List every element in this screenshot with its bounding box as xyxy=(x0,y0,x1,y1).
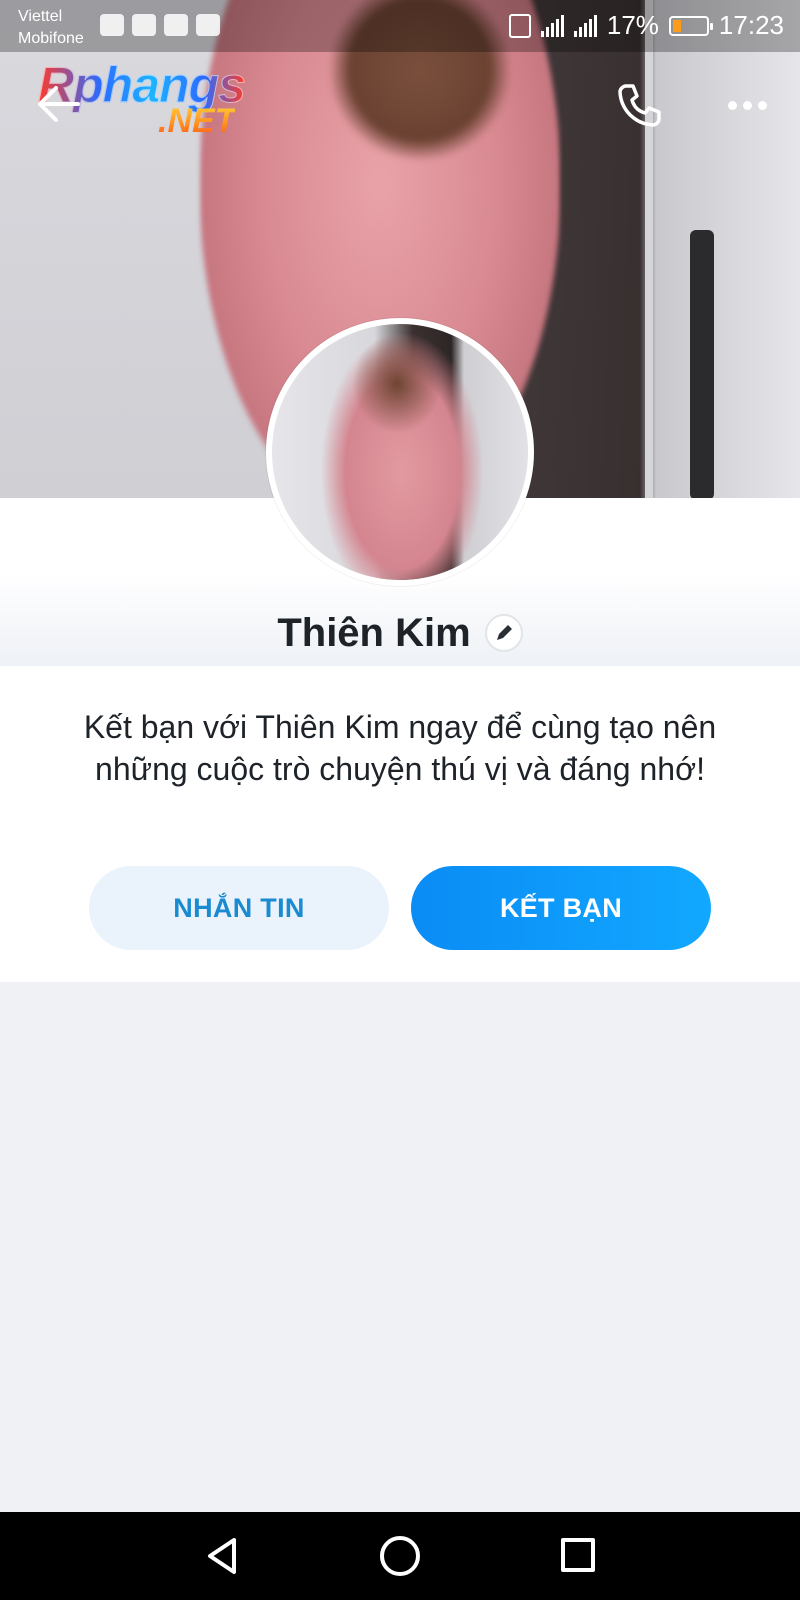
notification-icons xyxy=(100,14,220,36)
back-arrow-icon xyxy=(38,86,80,122)
profile-name: Thiên Kim xyxy=(277,610,471,655)
signal-2-icon xyxy=(573,14,597,37)
call-button[interactable] xyxy=(614,80,664,130)
logo-tld: .NET xyxy=(158,102,236,140)
more-button[interactable] xyxy=(720,90,774,120)
carrier-info: Viettel Mobifone xyxy=(18,6,84,50)
avatar-hair xyxy=(352,334,442,434)
phone-icon xyxy=(618,84,661,127)
message-button[interactable]: NHẮN TIN xyxy=(89,866,389,950)
cover-photo-door-frame xyxy=(645,0,653,498)
sms-icon xyxy=(196,14,220,36)
empty-content-area xyxy=(0,982,800,1512)
carrier-2: Mobifone xyxy=(18,30,84,47)
system-nav-bar xyxy=(0,1512,800,1600)
cover-photo-door-handle xyxy=(690,230,714,498)
chat-icon xyxy=(164,14,188,36)
nav-back-icon xyxy=(208,1538,236,1574)
signal-1-icon xyxy=(540,14,564,37)
nav-back-button[interactable] xyxy=(200,1534,244,1578)
mail-icon xyxy=(132,14,156,36)
add-friend-button[interactable]: KẾT BẠN xyxy=(411,866,711,950)
battery-level xyxy=(672,19,681,32)
carrier-1: Viettel xyxy=(18,8,63,25)
edit-name-button[interactable] xyxy=(484,614,523,652)
status-right: 17% 17:23 xyxy=(508,10,784,41)
pencil-icon xyxy=(496,625,512,640)
nav-home-icon[interactable] xyxy=(380,1536,420,1576)
friend-request-card: Kết bạn với Thiên Kim ngay để cùng tạo n… xyxy=(0,666,800,982)
status-bar: Viettel Mobifone 17% 17:23 xyxy=(0,0,800,52)
battery-icon xyxy=(668,15,713,36)
friend-prompt-message: Kết bạn với Thiên Kim ngay để cùng tạo n… xyxy=(83,709,717,787)
avatar[interactable] xyxy=(266,318,534,586)
name-row: Thiên Kim xyxy=(0,606,800,660)
back-button[interactable] xyxy=(34,82,84,126)
more-icon xyxy=(727,100,737,110)
clock: 17:23 xyxy=(718,10,784,40)
battery-percent: 17% xyxy=(606,10,659,40)
vibrate-icon xyxy=(508,13,531,38)
nav-recents-icon[interactable] xyxy=(561,1538,595,1572)
cleaner-icon xyxy=(100,14,124,36)
